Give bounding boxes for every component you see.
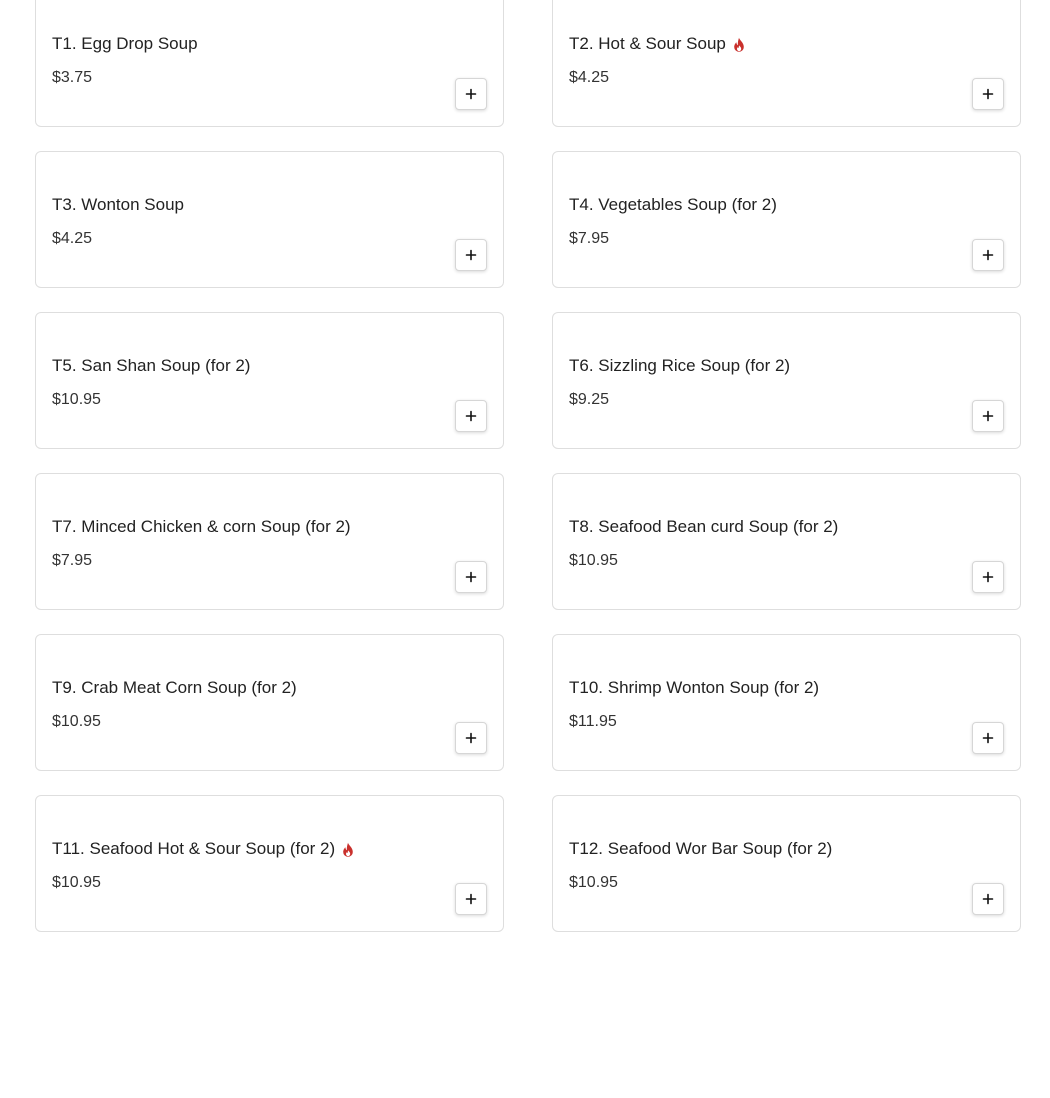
- item-name: T9. Crab Meat Corn Soup (for 2): [52, 676, 297, 700]
- plus-icon: [465, 732, 477, 744]
- add-to-cart-button[interactable]: [972, 561, 1004, 593]
- plus-icon: [982, 410, 994, 422]
- add-to-cart-button[interactable]: [455, 722, 487, 754]
- add-to-cart-button[interactable]: [972, 239, 1004, 271]
- item-name: T11. Seafood Hot & Sour Soup (for 2): [52, 837, 355, 861]
- item-price: $10.95: [52, 874, 101, 891]
- item-name-text: T8. Seafood Bean curd Soup (for 2): [569, 517, 839, 536]
- plus-icon: [465, 88, 477, 100]
- plus-icon: [465, 571, 477, 583]
- plus-icon: [982, 732, 994, 744]
- spicy-flame-icon: [341, 841, 355, 857]
- menu-items-grid: T1. Egg Drop Soup $3.75 T2. Hot & Sour S…: [35, 0, 1021, 932]
- add-to-cart-button[interactable]: [455, 883, 487, 915]
- spicy-flame-icon: [732, 36, 746, 52]
- item-name-text: T7. Minced Chicken & corn Soup (for 2): [52, 517, 351, 536]
- item-price: $10.95: [569, 874, 618, 891]
- item-name: T1. Egg Drop Soup: [52, 32, 198, 56]
- item-price: $4.25: [569, 69, 610, 86]
- plus-icon: [982, 571, 994, 583]
- item-name-text: T4. Vegetables Soup (for 2): [569, 195, 777, 214]
- add-to-cart-button[interactable]: [972, 78, 1004, 110]
- plus-icon: [982, 249, 994, 261]
- menu-item-card[interactable]: T6. Sizzling Rice Soup (for 2) $9.25: [552, 312, 1021, 449]
- item-price: $4.25: [52, 230, 93, 247]
- plus-icon: [465, 249, 477, 261]
- add-to-cart-button[interactable]: [455, 239, 487, 271]
- add-to-cart-button[interactable]: [455, 78, 487, 110]
- item-price: $7.95: [52, 552, 93, 569]
- item-name-text: T3. Wonton Soup: [52, 195, 184, 214]
- menu-item-card[interactable]: T8. Seafood Bean curd Soup (for 2) $10.9…: [552, 473, 1021, 610]
- plus-icon: [982, 88, 994, 100]
- item-price: $3.75: [52, 69, 93, 86]
- menu-item-card[interactable]: T12. Seafood Wor Bar Soup (for 2) $10.95: [552, 795, 1021, 932]
- item-price: $10.95: [52, 391, 101, 408]
- add-to-cart-button[interactable]: [455, 400, 487, 432]
- item-price: $10.95: [52, 713, 101, 730]
- plus-icon: [465, 893, 477, 905]
- item-name-text: T10. Shrimp Wonton Soup (for 2): [569, 678, 820, 697]
- menu-item-card[interactable]: T7. Minced Chicken & corn Soup (for 2) $…: [35, 473, 504, 610]
- item-price: $7.95: [569, 230, 610, 247]
- item-name: T7. Minced Chicken & corn Soup (for 2): [52, 515, 351, 539]
- item-name-text: T12. Seafood Wor Bar Soup (for 2): [569, 839, 833, 858]
- menu-item-card[interactable]: T10. Shrimp Wonton Soup (for 2) $11.95: [552, 634, 1021, 771]
- add-to-cart-button[interactable]: [972, 883, 1004, 915]
- item-name-text: T1. Egg Drop Soup: [52, 34, 198, 53]
- item-name: T6. Sizzling Rice Soup (for 2): [569, 354, 790, 378]
- item-price: $10.95: [569, 552, 618, 569]
- item-name: T5. San Shan Soup (for 2): [52, 354, 250, 378]
- menu-item-card[interactable]: T5. San Shan Soup (for 2) $10.95: [35, 312, 504, 449]
- menu-item-card[interactable]: T1. Egg Drop Soup $3.75: [35, 0, 504, 127]
- menu-item-card[interactable]: T2. Hot & Sour Soup $4.25: [552, 0, 1021, 127]
- item-price: $9.25: [569, 391, 610, 408]
- item-name: T12. Seafood Wor Bar Soup (for 2): [569, 837, 832, 861]
- item-price: $11.95: [569, 713, 617, 730]
- item-name: T3. Wonton Soup: [52, 193, 184, 217]
- item-name-text: T9. Crab Meat Corn Soup (for 2): [52, 678, 297, 697]
- item-name-text: T2. Hot & Sour Soup: [569, 34, 726, 53]
- item-name: T2. Hot & Sour Soup: [569, 32, 746, 56]
- item-name-text: T6. Sizzling Rice Soup (for 2): [569, 356, 791, 375]
- item-name-text: T11. Seafood Hot & Sour Soup (for 2): [52, 839, 336, 858]
- item-name: T8. Seafood Bean curd Soup (for 2): [569, 515, 838, 539]
- item-name-text: T5. San Shan Soup (for 2): [52, 356, 251, 375]
- plus-icon: [465, 410, 477, 422]
- menu-item-card[interactable]: T9. Crab Meat Corn Soup (for 2) $10.95: [35, 634, 504, 771]
- add-to-cart-button[interactable]: [972, 400, 1004, 432]
- menu-item-card[interactable]: T3. Wonton Soup $4.25: [35, 151, 504, 288]
- menu-item-card[interactable]: T11. Seafood Hot & Sour Soup (for 2) $10…: [35, 795, 504, 932]
- menu-item-card[interactable]: T4. Vegetables Soup (for 2) $7.95: [552, 151, 1021, 288]
- add-to-cart-button[interactable]: [455, 561, 487, 593]
- add-to-cart-button[interactable]: [972, 722, 1004, 754]
- item-name: T4. Vegetables Soup (for 2): [569, 193, 777, 217]
- plus-icon: [982, 893, 994, 905]
- item-name: T10. Shrimp Wonton Soup (for 2): [569, 676, 819, 700]
